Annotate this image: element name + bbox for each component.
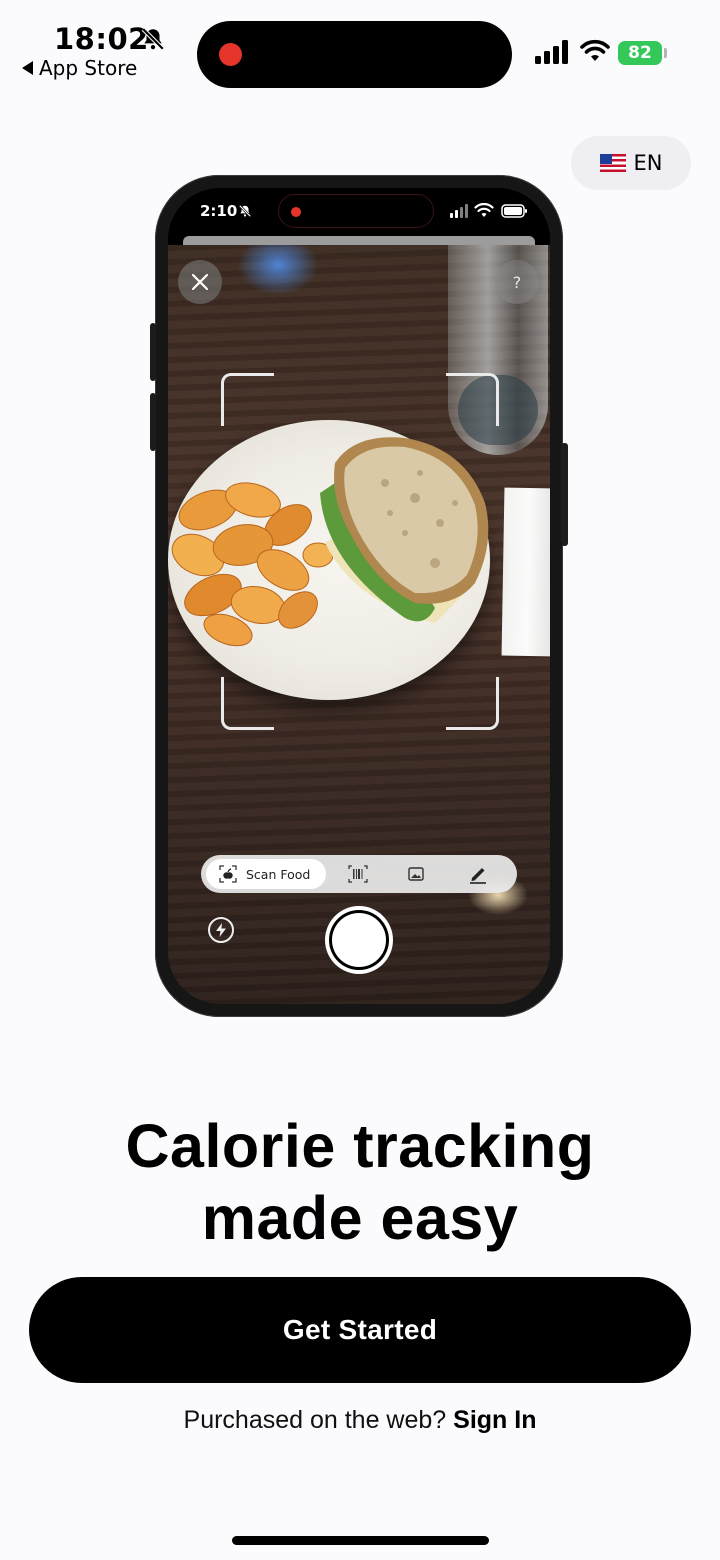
lightning-bolt-icon bbox=[216, 923, 226, 937]
mockup-status-icons bbox=[450, 203, 527, 218]
headline: Calorie tracking made easy bbox=[0, 1110, 720, 1254]
language-picker[interactable]: EN bbox=[571, 136, 691, 190]
cellular-signal-icon bbox=[535, 40, 568, 64]
mockup-screen: 2:10 ? Scan Food bbox=[168, 188, 550, 1004]
headline-line-2: made easy bbox=[201, 1184, 519, 1252]
mockup-bell-slash-icon bbox=[238, 204, 252, 218]
scan-food-label: Scan Food bbox=[246, 866, 311, 882]
mockup-status-bar: 2:10 bbox=[168, 188, 550, 240]
back-arrow-icon bbox=[22, 61, 33, 75]
dynamic-island bbox=[197, 21, 512, 88]
scan-frame-bottom-right bbox=[446, 677, 499, 730]
help-button[interactable]: ? bbox=[495, 260, 539, 304]
status-bar: 18:02 App Store 82 bbox=[0, 0, 720, 100]
back-to-app-store[interactable]: App Store bbox=[22, 56, 137, 80]
battery-cap bbox=[664, 48, 667, 58]
get-started-button[interactable]: Get Started bbox=[29, 1277, 691, 1383]
barcode-icon[interactable] bbox=[347, 863, 369, 885]
us-flag-icon bbox=[599, 154, 626, 172]
apple-icon bbox=[219, 865, 237, 883]
home-indicator[interactable] bbox=[232, 1536, 489, 1545]
recording-dot-icon bbox=[219, 43, 242, 66]
phone-volume-down-button bbox=[150, 393, 156, 451]
bell-slash-icon bbox=[141, 27, 165, 51]
close-icon bbox=[191, 273, 209, 291]
help-icon: ? bbox=[512, 272, 522, 292]
mockup-recording-dot-icon bbox=[291, 207, 301, 217]
mockup-dynamic-island bbox=[278, 194, 434, 228]
camera-viewfinder: ? Scan Food bbox=[168, 245, 550, 1004]
back-label: App Store bbox=[39, 56, 138, 80]
image-icon[interactable] bbox=[405, 863, 427, 885]
flash-button[interactable] bbox=[208, 917, 234, 943]
scan-frame-top-left bbox=[221, 373, 274, 426]
mockup-status-time: 2:10 bbox=[200, 202, 238, 220]
shutter-button[interactable] bbox=[329, 910, 389, 970]
headline-line-1: Calorie tracking bbox=[125, 1112, 595, 1180]
sign-in-question: Purchased on the web? bbox=[183, 1406, 447, 1434]
scan-frame-top-right bbox=[446, 373, 499, 426]
pencil-icon[interactable] bbox=[467, 863, 489, 885]
phone-volume-up-button bbox=[150, 323, 156, 381]
scan-mode-toolbar: Scan Food bbox=[201, 855, 517, 893]
language-code: EN bbox=[633, 151, 663, 175]
sign-in-link[interactable]: Sign In bbox=[453, 1406, 536, 1434]
battery-indicator: 82 bbox=[618, 41, 662, 65]
wifi-icon bbox=[580, 39, 610, 61]
close-button[interactable] bbox=[178, 260, 222, 304]
scan-food-mode[interactable]: Scan Food bbox=[206, 859, 326, 889]
sandwich-photo bbox=[320, 437, 489, 623]
phone-power-button bbox=[561, 443, 568, 546]
status-time: 18:02 bbox=[54, 22, 149, 56]
sign-in-prompt: Purchased on the web? Sign In bbox=[0, 1406, 720, 1435]
napkin-photo bbox=[501, 487, 550, 657]
potato-chips-photo bbox=[171, 482, 333, 647]
scan-frame-bottom-left bbox=[221, 677, 274, 730]
